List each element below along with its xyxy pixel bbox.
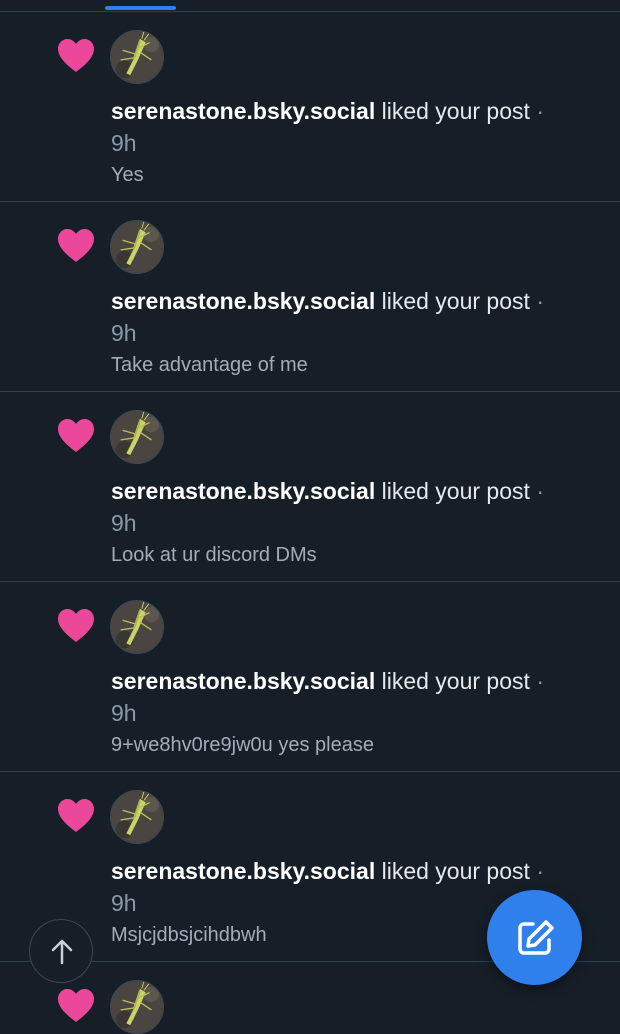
avatar[interactable]: [110, 790, 164, 844]
avatar[interactable]: [110, 30, 164, 84]
heart-icon: [58, 229, 94, 262]
timestamp: 9h: [111, 320, 137, 346]
avatar[interactable]: [110, 980, 164, 1034]
author-handle[interactable]: serenastone.bsky.social: [111, 858, 375, 884]
post-preview: Look at ur discord DMs: [111, 544, 317, 566]
notification-item[interactable]: serenastone.bsky.social liked your post …: [0, 392, 620, 582]
heart-icon: [58, 799, 94, 832]
action-text: liked your post: [381, 668, 530, 694]
author-handle[interactable]: serenastone.bsky.social: [111, 478, 375, 504]
post-preview: Msjcjdbsjcihdbwh: [111, 924, 267, 946]
separator-dot: ·: [536, 288, 544, 314]
heart-icon: [58, 989, 94, 1022]
author-handle[interactable]: serenastone.bsky.social: [111, 288, 375, 314]
action-text: liked your post: [381, 288, 530, 314]
avatar[interactable]: [110, 220, 164, 274]
timestamp: 9h: [111, 130, 137, 156]
notification-item[interactable]: serenastone.bsky.social liked your post …: [0, 202, 620, 392]
action-text: liked your post: [381, 478, 530, 504]
compose-button[interactable]: [487, 890, 582, 985]
notification-item[interactable]: serenastone.bsky.social liked your post …: [0, 582, 620, 772]
notification-text: serenastone.bsky.social liked your post …: [111, 666, 591, 696]
compose-icon: [518, 920, 554, 955]
notification-text: serenastone.bsky.social liked your post …: [111, 96, 591, 126]
post-preview: Yes: [111, 164, 144, 186]
action-text: liked your post: [381, 858, 530, 884]
notification-text: serenastone.bsky.social liked your post …: [111, 856, 591, 886]
notification-feed: serenastone.bsky.social liked your post …: [0, 12, 620, 1034]
avatar[interactable]: [110, 410, 164, 464]
timestamp: 9h: [111, 510, 137, 536]
scroll-to-top-button[interactable]: [29, 919, 93, 983]
avatar[interactable]: [110, 600, 164, 654]
timestamp: 9h: [111, 700, 137, 726]
arrow-up-icon: [51, 939, 73, 965]
separator-dot: ·: [536, 668, 544, 694]
action-text: liked your post: [381, 98, 530, 124]
post-preview: Take advantage of me: [111, 354, 308, 376]
heart-icon: [58, 39, 94, 72]
separator-dot: ·: [536, 858, 544, 884]
author-handle[interactable]: serenastone.bsky.social: [111, 668, 375, 694]
author-handle[interactable]: serenastone.bsky.social: [111, 98, 375, 124]
active-tab-indicator: [105, 6, 176, 10]
heart-icon: [58, 609, 94, 642]
heart-icon: [58, 419, 94, 452]
notification-text: serenastone.bsky.social liked your post …: [111, 286, 591, 316]
separator-dot: ·: [536, 478, 544, 504]
separator-dot: ·: [536, 98, 544, 124]
timestamp: 9h: [111, 890, 137, 916]
tab-bar: [0, 0, 620, 12]
post-preview: 9+we8hv0re9jw0u yes please: [111, 734, 374, 756]
notification-item[interactable]: serenastone.bsky.social liked your post …: [0, 12, 620, 202]
notification-text: serenastone.bsky.social liked your post …: [111, 476, 591, 506]
